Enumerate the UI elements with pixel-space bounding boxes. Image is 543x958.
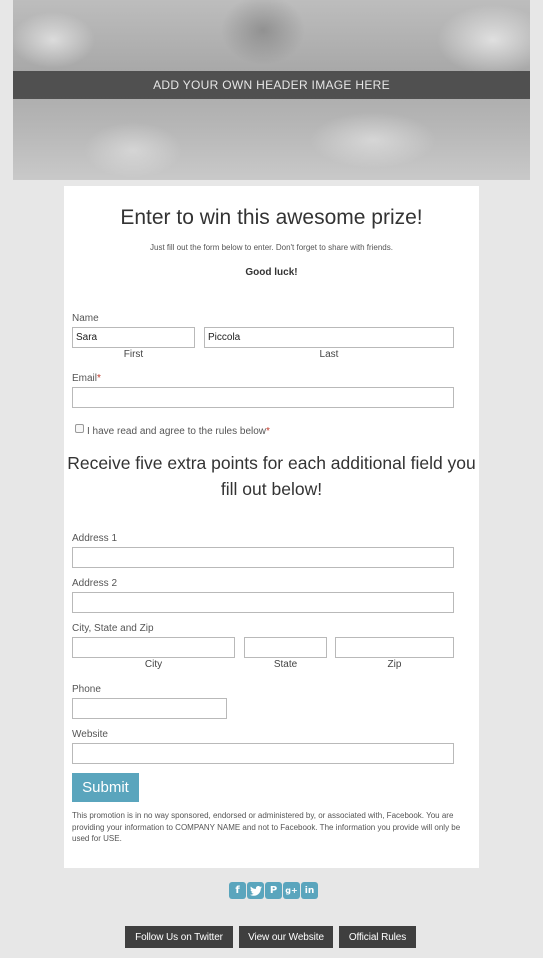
view-website-button[interactable]: View our Website [239, 926, 333, 948]
agree-checkbox[interactable] [75, 424, 84, 433]
bonus-heading: Receive five extra points for each addit… [67, 453, 476, 499]
phone-field[interactable] [72, 698, 227, 719]
address1-label: Address 1 [72, 533, 118, 544]
header-banner-text: ADD YOUR OWN HEADER IMAGE HERE [153, 78, 390, 92]
address1-field[interactable] [72, 547, 454, 568]
form-intro: Just fill out the form below to enter. D… [150, 243, 393, 252]
email-field[interactable] [72, 387, 454, 408]
submit-button[interactable]: Submit [72, 773, 139, 802]
pinterest-icon[interactable]: P [265, 882, 282, 899]
zip-field[interactable] [335, 637, 454, 658]
zip-sublabel: Zip [387, 659, 402, 670]
address2-field[interactable] [72, 592, 454, 613]
entry-form-card: Enter to win this awesome prize! Just fi… [64, 186, 479, 868]
first-name-field[interactable] [72, 327, 195, 348]
twitter-icon[interactable] [247, 882, 264, 899]
form-title: Enter to win this awesome prize! [120, 206, 423, 229]
agree-required-mark: * [266, 426, 270, 437]
address2-label: Address 2 [72, 578, 118, 589]
website-label: Website [72, 729, 108, 740]
agree-label: I have read and agree to the rules below… [87, 426, 270, 437]
google-plus-icon[interactable]: g+ [283, 882, 300, 899]
state-sublabel: State [273, 659, 298, 670]
last-name-field[interactable] [204, 327, 454, 348]
last-name-sublabel: Last [319, 349, 339, 360]
email-required-mark: * [97, 373, 101, 384]
agree-label-text: I have read and agree to the rules below [87, 426, 267, 437]
state-field[interactable] [244, 637, 327, 658]
website-field[interactable] [72, 743, 454, 764]
name-label: Name [72, 313, 99, 324]
first-name-sublabel: First [123, 349, 144, 360]
city-state-zip-label: City, State and Zip [72, 623, 154, 634]
facebook-icon[interactable]: f [229, 882, 246, 899]
city-sublabel: City [144, 659, 163, 670]
email-label: Email* [72, 373, 101, 384]
follow-twitter-button[interactable]: Follow Us on Twitter [125, 926, 233, 948]
social-icons: f P g+ in [229, 882, 318, 900]
phone-label: Phone [72, 684, 101, 695]
header-image: ADD YOUR OWN HEADER IMAGE HERE [13, 0, 530, 180]
email-label-text: Email [72, 373, 98, 384]
header-banner: ADD YOUR OWN HEADER IMAGE HERE [13, 71, 530, 99]
good-luck-text: Good luck! [245, 267, 298, 278]
linkedin-icon[interactable]: in [301, 882, 318, 899]
city-field[interactable] [72, 637, 235, 658]
disclaimer-text: This promotion is in no way sponsored, e… [72, 811, 461, 843]
official-rules-button[interactable]: Official Rules [339, 926, 416, 948]
